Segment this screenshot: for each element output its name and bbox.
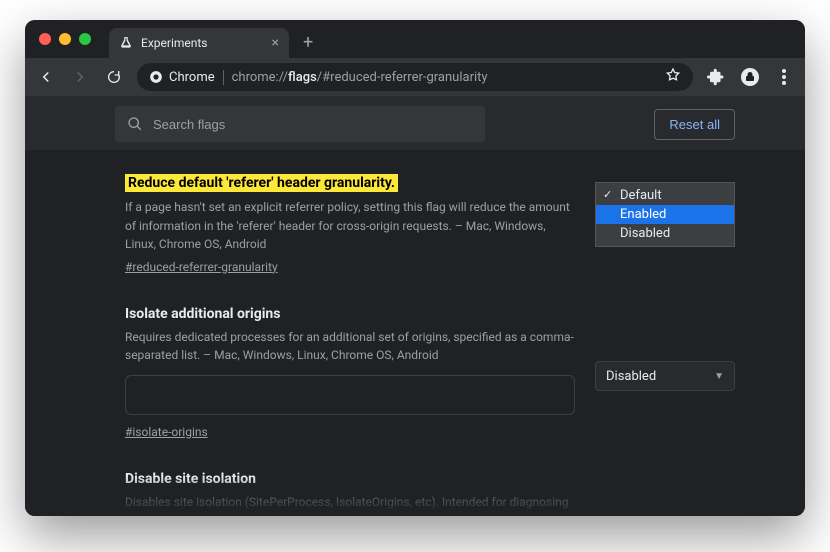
dropdown-item-enabled[interactable]: Enabled: [596, 205, 734, 224]
flag-title: Disable site isolation: [125, 471, 256, 487]
reset-all-button[interactable]: Reset all: [654, 109, 735, 140]
back-button[interactable]: [35, 66, 57, 88]
dropdown-item-default[interactable]: Default: [596, 186, 734, 205]
dropdown-item-disabled[interactable]: Disabled: [596, 224, 734, 243]
search-row: Reset all: [25, 96, 805, 150]
flag-hash-link[interactable]: #reduced-referrer-granularity: [125, 260, 278, 274]
flag-disable-site-isolation: Disable site isolation Disables site iso…: [125, 468, 735, 516]
chrome-icon: [149, 70, 163, 84]
tab-close-icon[interactable]: ×: [272, 35, 279, 51]
extensions-icon[interactable]: [705, 66, 727, 88]
extension-button[interactable]: [739, 66, 761, 88]
flag-title: Isolate additional origins: [125, 306, 280, 322]
address-chip-label: Chrome: [169, 70, 215, 85]
flag-title: Reduce default 'referer' header granular…: [125, 174, 398, 192]
page-content: Reset all Reduce default 'referer' heade…: [25, 96, 805, 516]
browser-tab[interactable]: Experiments ×: [109, 28, 289, 58]
window-controls: [39, 33, 91, 45]
flag-isolate-origins: Isolate additional origins Requires dedi…: [125, 303, 735, 440]
reload-button[interactable]: [103, 66, 125, 88]
flask-icon: [119, 36, 133, 50]
select-current-label: Disabled: [606, 369, 656, 384]
flag-reduced-referrer: Reduce default 'referer' header granular…: [125, 172, 735, 275]
search-box[interactable]: [115, 106, 485, 142]
search-icon: [127, 116, 143, 132]
tab-title: Experiments: [141, 36, 208, 50]
window-maximize-button[interactable]: [79, 33, 91, 45]
flags-list: Reduce default 'referer' header granular…: [25, 150, 805, 516]
flag-description: Disables site isolation (SitePerProcess,…: [125, 493, 575, 516]
window-minimize-button[interactable]: [59, 33, 71, 45]
address-bar[interactable]: Chrome chrome://flags/#reduced-referrer-…: [137, 63, 693, 91]
flag-select[interactable]: Disabled ▼: [595, 361, 735, 391]
isolate-origins-input[interactable]: [125, 375, 575, 415]
toolbar: Chrome chrome://flags/#reduced-referrer-…: [25, 58, 805, 96]
chevron-down-icon: ▼: [714, 371, 724, 382]
flag-dropdown-open: Default Enabled Disabled: [595, 182, 735, 247]
new-tab-button[interactable]: +: [303, 32, 313, 53]
flag-description: Requires dedicated processes for an addi…: [125, 328, 575, 365]
browser-window: Experiments × + Chrome chrome://flags/#r…: [25, 20, 805, 516]
window-close-button[interactable]: [39, 33, 51, 45]
forward-button[interactable]: [69, 66, 91, 88]
flag-hash-link[interactable]: #isolate-origins: [125, 425, 208, 439]
bookmark-icon[interactable]: [665, 67, 681, 87]
address-chip: Chrome: [149, 70, 224, 85]
menu-icon[interactable]: [773, 66, 795, 88]
address-url: chrome://flags/#reduced-referrer-granula…: [232, 70, 488, 85]
search-input[interactable]: [153, 117, 473, 132]
flag-description: If a page hasn't set an explicit referre…: [125, 198, 575, 254]
tab-bar: Experiments × +: [25, 20, 805, 58]
